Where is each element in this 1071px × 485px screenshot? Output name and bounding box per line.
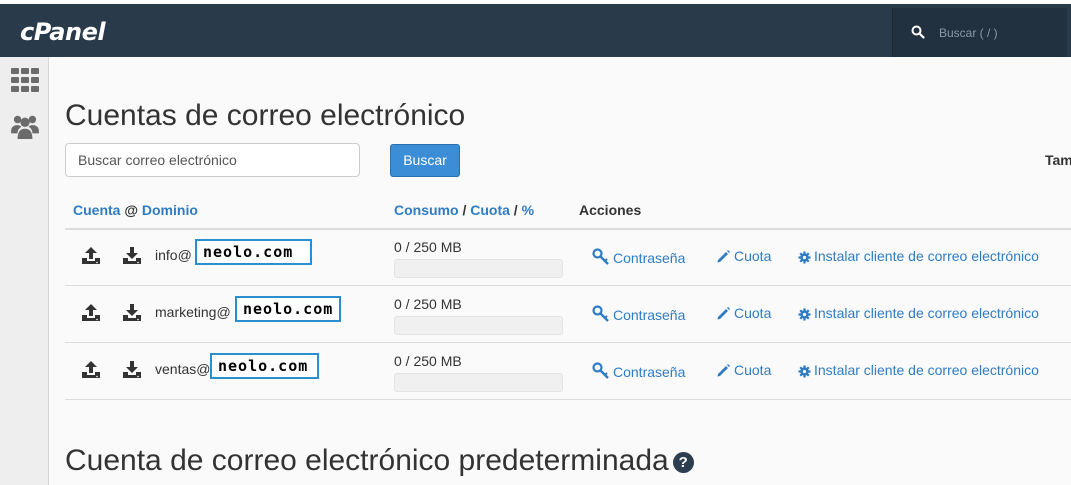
password-action[interactable]: Contraseña — [592, 362, 685, 380]
pencil-icon — [717, 364, 730, 377]
account-domain: neolo.com — [210, 353, 319, 379]
account-user: marketing@ — [155, 304, 231, 320]
pencil-icon — [717, 307, 730, 320]
key-icon — [592, 248, 609, 265]
cpanel-logo[interactable]: cPanel — [20, 18, 106, 46]
install-client-label[interactable]: Instalar cliente de correo electrónico — [814, 305, 1039, 321]
quota-action[interactable]: Cuota — [716, 305, 771, 321]
upload-icon[interactable] — [81, 303, 101, 323]
upload-icon[interactable] — [81, 246, 101, 266]
quota-label[interactable]: Cuota — [734, 362, 771, 378]
table-row: info@ neolo.com 0 / 250 MB Contraseña Cu… — [65, 229, 1071, 286]
install-client-label[interactable]: Instalar cliente de correo electrónico — [814, 248, 1039, 264]
password-label[interactable]: Contraseña — [613, 250, 685, 266]
account-domain: neolo.com — [235, 296, 341, 322]
table-header: Cuenta @ Dominio Consumo / Cuota / % Acc… — [65, 202, 1071, 230]
download-icon[interactable] — [122, 360, 142, 380]
search-button[interactable]: Buscar — [390, 144, 460, 177]
sidebar — [0, 57, 49, 485]
sort-cuota-link[interactable]: Cuota — [470, 202, 510, 218]
account-user: info@ — [155, 247, 192, 263]
main-content: Cuentas de correo electrónico Buscar cor… — [50, 57, 1071, 485]
quota-action[interactable]: Cuota — [716, 248, 771, 264]
email-search-input[interactable]: Buscar correo electrónico — [65, 143, 360, 177]
global-search-placeholder[interactable]: Buscar ( / ) — [939, 26, 998, 40]
quota-action[interactable]: Cuota — [716, 362, 771, 378]
password-action[interactable]: Contraseña — [592, 305, 685, 323]
password-label[interactable]: Contraseña — [613, 307, 685, 323]
account-domain: neolo.com — [195, 239, 312, 265]
sort-consumo-link[interactable]: Consumo — [394, 202, 459, 218]
gear-icon — [798, 365, 811, 378]
upload-icon[interactable] — [81, 360, 101, 380]
pencil-icon — [717, 250, 730, 263]
at-separator: @ — [124, 202, 138, 218]
install-client-action[interactable]: Instalar cliente de correo electrónico — [798, 362, 1039, 378]
header-acciones: Acciones — [579, 202, 642, 218]
usage-text: 0 / 250 MB — [394, 296, 462, 312]
install-client-label[interactable]: Instalar cliente de correo electrónico — [814, 362, 1039, 378]
install-client-action[interactable]: Instalar cliente de correo electrónico — [798, 248, 1039, 264]
usage-text: 0 / 250 MB — [394, 353, 462, 369]
usage-bar — [394, 259, 563, 278]
password-action[interactable]: Contraseña — [592, 248, 685, 266]
section-title-text: Cuenta de correo electrónico predetermin… — [65, 444, 669, 477]
quota-label[interactable]: Cuota — [734, 305, 771, 321]
download-icon[interactable] — [122, 303, 142, 323]
search-icon — [911, 25, 925, 39]
sort-dominio-link[interactable]: Dominio — [142, 202, 198, 218]
table-row: marketing@ neolo.com 0 / 250 MB Contrase… — [65, 286, 1071, 343]
usage-bar — [394, 316, 563, 335]
header-consumo: Consumo / Cuota / % — [394, 202, 534, 218]
navbar-edge — [1067, 8, 1071, 57]
gear-icon — [798, 308, 811, 321]
truncated-header: Tam — [1045, 152, 1071, 168]
usage-text: 0 / 250 MB — [394, 239, 462, 255]
install-client-action[interactable]: Instalar cliente de correo electrónico — [798, 305, 1039, 321]
table-row: ventas@ neolo.com 0 / 250 MB Contraseña … — [65, 343, 1071, 400]
password-label[interactable]: Contraseña — [613, 364, 685, 380]
users-icon[interactable] — [10, 113, 40, 139]
top-navbar: cPanel Buscar ( / ) — [0, 0, 1071, 57]
grid-icon[interactable] — [10, 67, 40, 93]
section-title-default-account: Cuenta de correo electrónico predetermin… — [65, 444, 694, 478]
slash-separator: / — [513, 202, 518, 218]
usage-bar — [394, 373, 563, 392]
help-icon[interactable]: ? — [672, 452, 694, 473]
slash-separator: / — [462, 202, 467, 218]
sort-percent-link[interactable]: % — [522, 202, 534, 218]
account-user: ventas@ — [155, 361, 211, 377]
gear-icon — [798, 251, 811, 264]
quota-label[interactable]: Cuota — [734, 248, 771, 264]
sort-cuenta-link[interactable]: Cuenta — [73, 202, 120, 218]
key-icon — [592, 362, 609, 379]
global-search[interactable]: Buscar ( / ) — [892, 8, 1067, 57]
download-icon[interactable] — [122, 246, 142, 266]
page-title: Cuentas de correo electrónico — [65, 99, 466, 132]
header-cuenta-dominio: Cuenta @ Dominio — [73, 202, 198, 218]
key-icon — [592, 305, 609, 322]
